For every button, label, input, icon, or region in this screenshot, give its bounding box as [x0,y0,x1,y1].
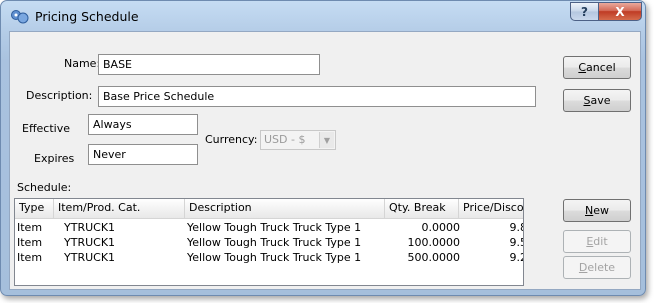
edit-label: dit [593,235,608,248]
currency-label: Currency: [205,133,258,146]
column-header-description[interactable]: Description [185,199,385,218]
new-label: ew [593,204,609,217]
effective-field[interactable]: Always [88,114,198,135]
save-button[interactable]: Save [563,89,631,112]
cell-price: 9.2500 [509,251,524,264]
description-label: Description: [26,89,93,102]
new-button[interactable]: New [563,199,631,222]
column-header-item[interactable]: Item/Prod. Cat. [54,199,185,218]
app-icon [11,10,29,24]
schedule-label: Schedule: [17,181,72,194]
table-row[interactable]: Item YTRUCK1 Yellow Tough Truck Truck Ty… [15,220,523,235]
cell-qty-break: 100.0000 [407,236,461,249]
table-row[interactable]: Item YTRUCK1 Yellow Tough Truck Truck Ty… [15,235,523,250]
help-button[interactable]: ? [570,2,598,21]
cell-type: Item [17,251,43,264]
cancel-button[interactable]: Cancel [563,56,631,79]
expires-field[interactable]: Never [88,144,198,165]
save-mnemonic: S [583,94,591,107]
edit-button[interactable]: Edit [563,230,631,253]
schedule-table[interactable]: Type Item/Prod. Cat. Description Qty. Br… [14,198,524,286]
save-label: ave [590,94,611,107]
cell-item: YTRUCK1 [64,251,116,264]
name-label: Name: [64,57,101,70]
column-header-price-discount[interactable]: Price/Discount [459,199,523,218]
table-header: Type Item/Prod. Cat. Description Qty. Br… [15,199,523,219]
delete-mnemonic: D [578,261,588,274]
expires-label: Expires [34,152,75,165]
cell-description: Yellow Tough Truck Truck Type 1 [187,251,362,264]
table-row[interactable]: Item YTRUCK1 Yellow Tough Truck Truck Ty… [15,250,523,265]
edit-mnemonic: E [586,235,594,248]
close-icon: X [615,4,625,19]
column-header-type[interactable]: Type [15,199,54,218]
cell-price: 9.8000 [509,221,524,234]
close-button[interactable]: X [598,2,642,21]
cell-description: Yellow Tough Truck Truck Type 1 [187,236,362,249]
dialog-client-area: Name: BASE Description: Base Price Sched… [9,31,641,290]
window-title: Pricing Schedule [35,9,139,24]
column-header-qty-break[interactable]: Qty. Break [385,199,459,218]
pricing-schedule-window: Pricing Schedule ? X Name: BASE Descript… [0,0,646,296]
title-bar[interactable]: Pricing Schedule ? X [1,1,645,31]
cell-item: YTRUCK1 [64,236,116,249]
delete-button[interactable]: Delete [563,256,631,279]
chevron-down-icon[interactable]: ▼ [319,132,334,148]
currency-value: USD - $ [264,133,306,146]
cell-qty-break: 0.0000 [421,221,461,234]
cell-qty-break: 500.0000 [407,251,461,264]
cell-item: YTRUCK1 [64,221,116,234]
delete-label: elete [587,261,616,274]
cell-description: Yellow Tough Truck Truck Type 1 [187,221,362,234]
cell-price: 9.5000 [509,236,524,249]
help-icon: ? [581,4,588,19]
cancel-label: ancel [586,61,616,74]
cell-type: Item [17,236,43,249]
currency-select[interactable]: USD - $ ▼ [260,130,336,150]
description-field[interactable]: Base Price Schedule [98,86,536,107]
effective-label: Effective [22,122,70,135]
new-mnemonic: N [585,204,594,217]
cancel-mnemonic: C [578,61,587,74]
name-field[interactable]: BASE [98,54,320,75]
cell-type: Item [17,221,43,234]
